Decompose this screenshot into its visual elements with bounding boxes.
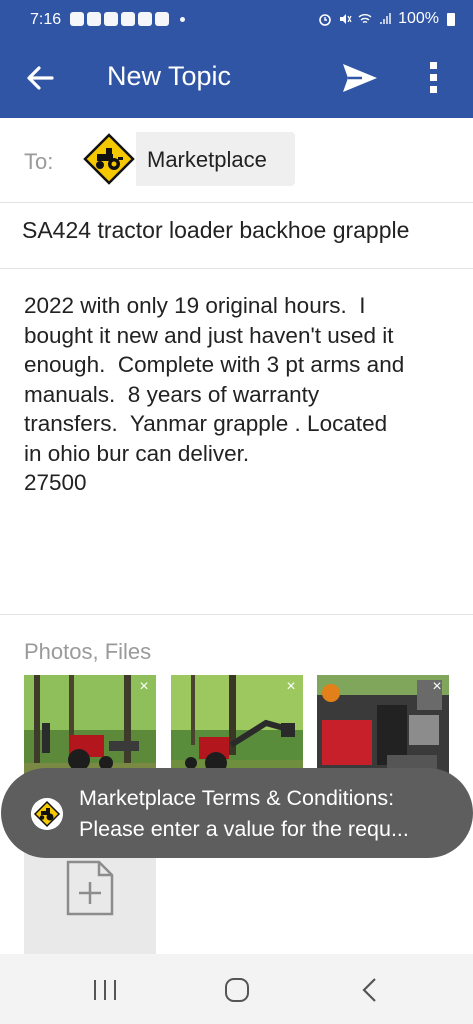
tractor-sign-icon [82,132,136,186]
remove-photo-button[interactable]: × [136,679,152,695]
signal-icon [380,13,392,24]
recipient-chip[interactable]: Marketplace [82,132,295,186]
message-body[interactable]: 2022 with only 19 original hours. I boug… [24,291,454,498]
recent-apps-icon[interactable] [90,976,120,1004]
tiktok-icon [104,12,118,26]
remove-photo-button[interactable]: × [429,679,445,695]
recipient-label: Marketplace [147,147,267,172]
add-file-icon [66,860,114,916]
toast-text: Please enter a value for the requ... [79,817,409,841]
tiktok-icon [121,12,135,26]
remove-photo-button[interactable]: × [283,679,299,695]
notification-icons [70,12,185,26]
status-bar: 7:16 100% [0,0,473,38]
check-icon [155,12,169,26]
system-nav-bar [0,954,473,1024]
back-icon[interactable] [355,976,385,1004]
threads-icon [70,12,84,26]
tractor-sign-icon [31,798,63,830]
to-row: To: Marketplace [0,118,473,203]
battery-icon [447,12,455,26]
mute-icon [340,14,352,24]
subject-text: SA424 tractor loader backhoe grapple [22,217,410,243]
toast-title: Marketplace Terms & Conditions: [79,786,395,810]
wifi-icon [358,14,372,24]
toast-message: Marketplace Terms & Conditions: Please e… [1,768,473,858]
attachments-label: Photos, Files [24,639,152,664]
divider [0,614,473,615]
subject-field[interactable]: SA424 tractor loader backhoe grapple [0,203,473,269]
app-bar: New Topic [0,38,473,118]
back-arrow-icon[interactable] [22,60,58,96]
system-icons: 100% [318,10,455,28]
home-icon[interactable] [222,976,252,1004]
more-options-icon[interactable] [420,58,448,98]
page-title: New Topic [107,61,232,91]
to-label: To: [24,149,54,174]
youtube-icon [87,12,101,26]
battery-text: 100% [398,10,439,27]
dot-icon [180,16,185,22]
alarm-icon [319,14,331,26]
calendar-icon [138,12,152,26]
send-icon[interactable] [340,58,380,98]
status-time: 7:16 [30,11,62,28]
